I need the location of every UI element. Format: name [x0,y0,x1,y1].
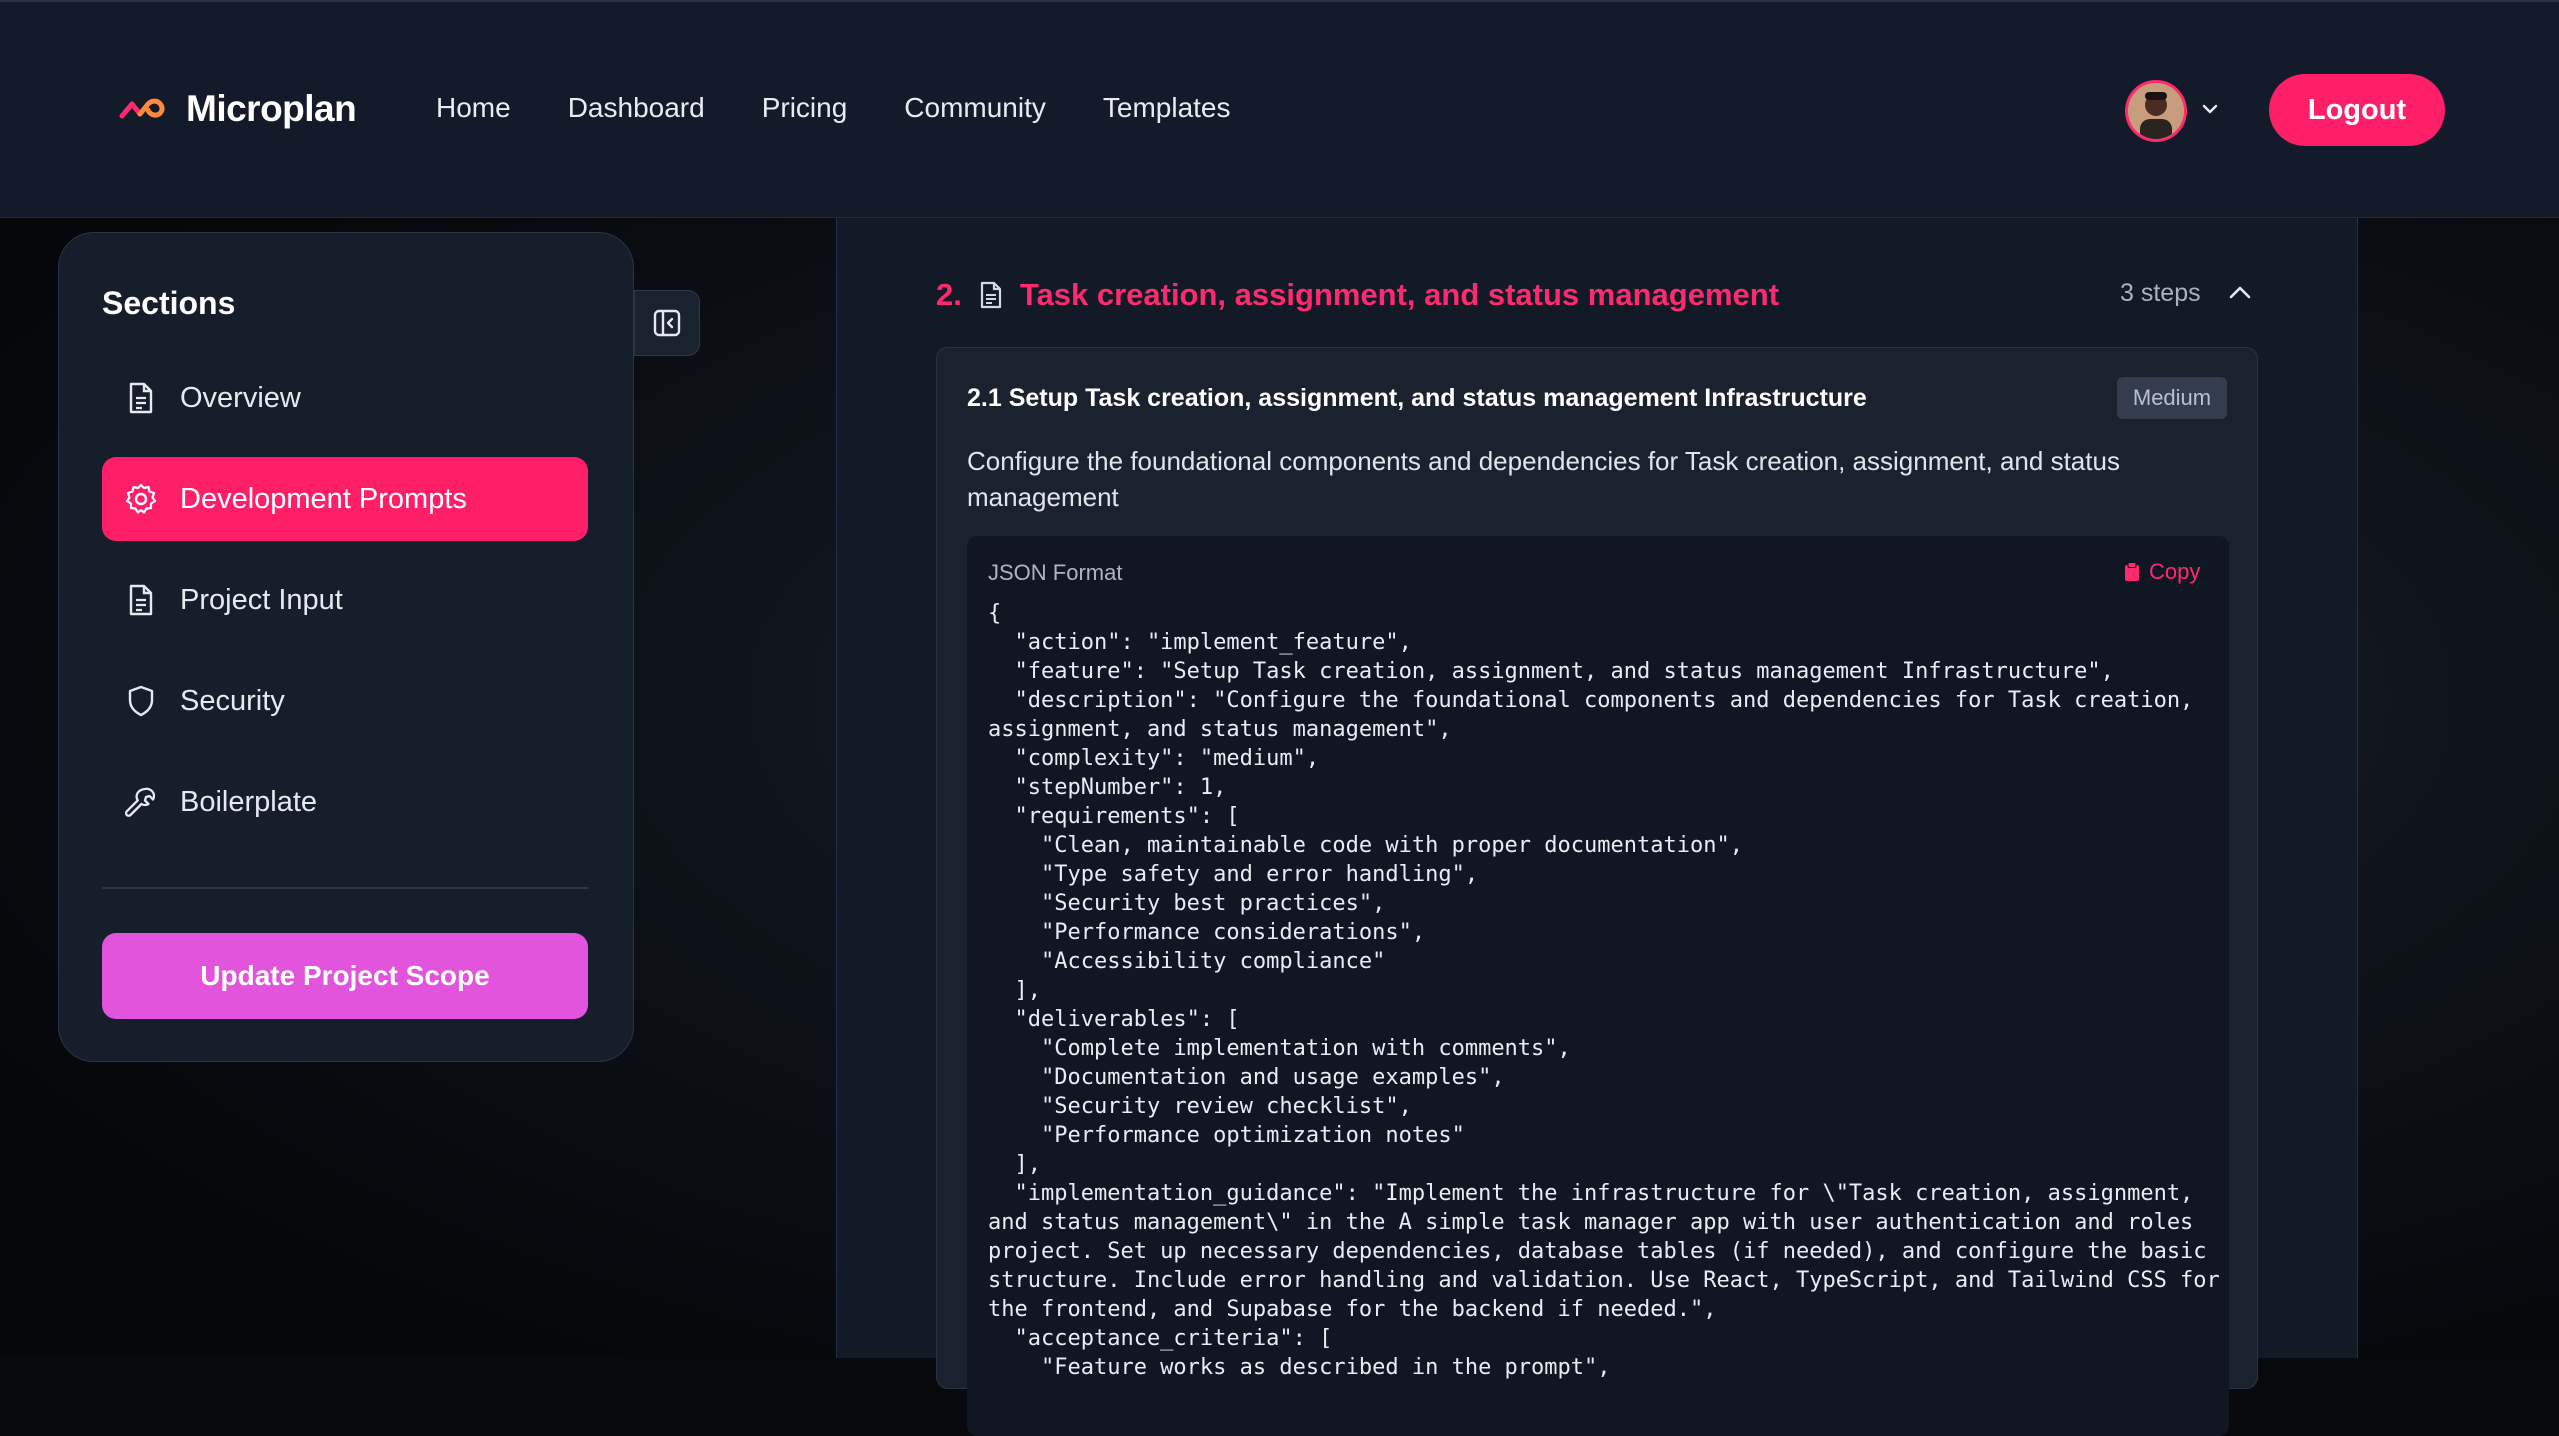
json-code: { "action": "implement_feature", "featur… [988,601,2220,1380]
main-nav: Home Dashboard Pricing Community Templat… [436,92,1288,124]
sidebar-item-label: Boilerplate [180,785,318,818]
code-format-label: JSON Format [988,560,1123,585]
step-count: 3 steps [2120,279,2201,307]
copy-button[interactable]: Copy [2124,559,2200,585]
sidebar-divider [102,887,588,889]
copy-label: Copy [2149,559,2201,584]
sidebar-item-development-prompts[interactable]: Development Prompts [102,457,588,541]
sidebar-item-boilerplate[interactable]: Boilerplate [102,760,588,844]
microplan-logo-icon [119,98,165,119]
nav-home[interactable]: Home [436,92,511,124]
shield-icon [128,685,154,717]
nav-pricing[interactable]: Pricing [762,92,848,124]
document-icon [129,584,153,616]
code-block: JSON Format Copy { "action": "implement_… [967,536,2229,1436]
nav-community[interactable]: Community [904,92,1046,124]
sidebar-item-security[interactable]: Security [102,659,588,743]
sidebar-item-label: Development Prompts [180,482,467,515]
avatar[interactable] [2125,80,2187,142]
update-project-scope-button[interactable]: Update Project Scope [102,933,588,1019]
chevron-up-icon[interactable] [2227,281,2253,303]
brand-logo[interactable]: Microplan [118,88,357,130]
step-card: 2.1 Setup Task creation, assignment, and… [936,347,2258,1436]
sidebar-item-overview[interactable]: Overview [102,356,588,440]
sidebar-item-project-input[interactable]: Project Input [102,558,588,642]
top-navbar: Microplan Home Dashboard Pricing Communi… [0,0,2559,218]
step-title: 2.1 Setup Task creation, assignment, and… [967,384,1867,412]
wrench-icon [124,787,156,817]
sidebar-item-label: Overview [180,381,301,414]
nav-templates[interactable]: Templates [1103,92,1231,124]
sidebar-item-label: Project Input [180,583,343,616]
logout-button[interactable]: Logout [2269,74,2445,146]
clipboard-icon [2125,562,2139,581]
brand-name: Microplan [186,88,357,129]
header-top-border [0,0,2559,2]
step-description: Configure the foundational components an… [967,446,2120,512]
section-number: 2. [936,277,962,312]
gear-icon [125,483,157,514]
section-header[interactable]: 2. Task creation, assignment, and status… [936,275,2256,315]
panel-collapse-icon [653,309,681,337]
nav-dashboard[interactable]: Dashboard [568,92,705,124]
collapse-sidebar-button[interactable] [634,290,700,356]
section-title: Task creation, assignment, and status ma… [1019,277,1780,312]
document-icon [980,281,1001,309]
chevron-down-icon[interactable] [2199,98,2221,120]
document-icon [129,382,153,414]
sidebar-item-label: Security [180,684,285,717]
user-avatar-icon [2128,83,2184,139]
complexity-badge: Medium [2117,377,2227,419]
sections-sidebar: Sections Overview Development Prompts Pr… [58,232,634,1062]
sidebar-title: Sections [102,285,236,321]
